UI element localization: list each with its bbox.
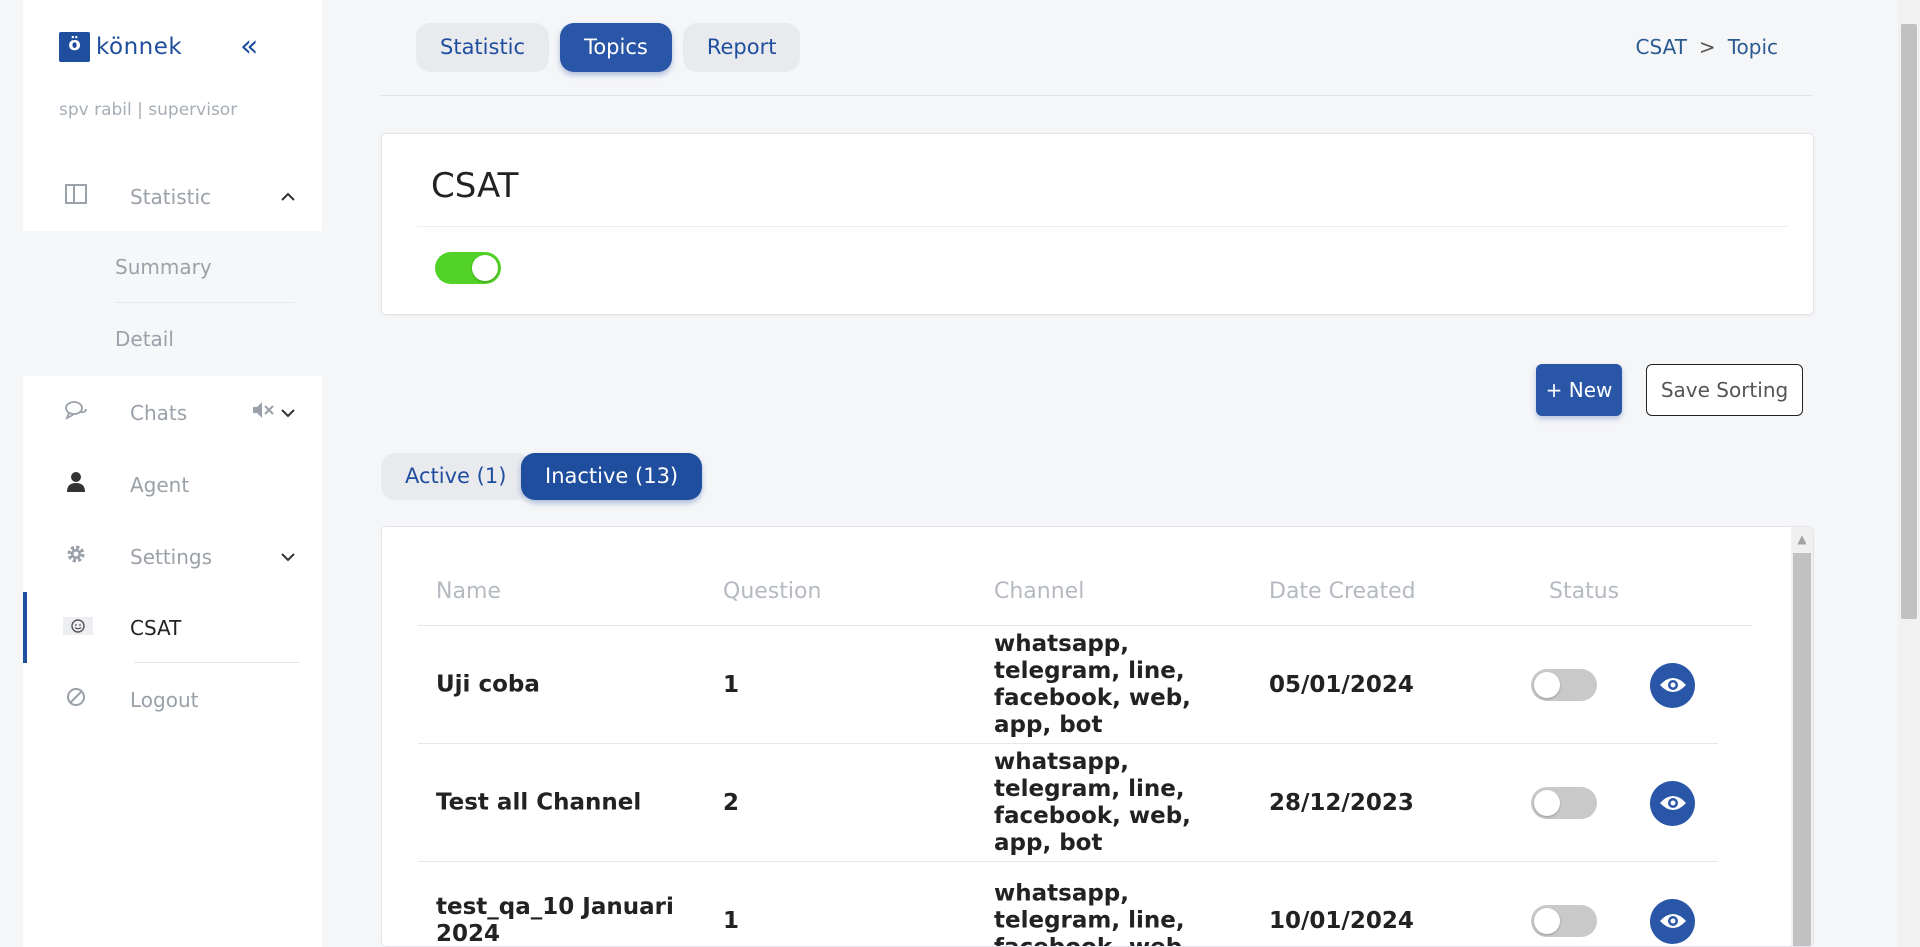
sidebar-subitem-detail[interactable]: Detail xyxy=(115,303,295,375)
header-divider xyxy=(381,95,1813,96)
row-date: 28/12/2023 xyxy=(1269,789,1414,816)
csat-card: CSAT xyxy=(381,133,1814,315)
row-name: test_qa_10 Januari 2024 xyxy=(436,893,674,947)
chevron-down-icon[interactable] xyxy=(280,403,296,423)
sidebar-item-label: Agent xyxy=(130,472,190,497)
column-header-name: Name xyxy=(436,579,501,604)
sidebar-item-settings[interactable]: Settings xyxy=(23,521,322,592)
view-eye-icon[interactable] xyxy=(1650,662,1695,708)
sidebar-subitem-summary[interactable]: Summary xyxy=(115,231,295,303)
user-icon xyxy=(63,471,89,498)
column-header-channel: Channel xyxy=(994,579,1085,604)
sidebar-item-statistic[interactable]: Statistic xyxy=(23,161,322,232)
table-row: test_qa_10 Januari 2024 1 whatsapp, tele… xyxy=(418,862,1718,947)
tab-report[interactable]: Report xyxy=(682,23,801,72)
row-status-toggle[interactable] xyxy=(1531,668,1597,701)
gear-icon xyxy=(63,543,89,570)
row-date: 10/01/2024 xyxy=(1269,907,1414,934)
row-status-toggle[interactable] xyxy=(1531,904,1597,937)
scroll-up-arrow-icon[interactable]: ▲ xyxy=(1791,527,1813,551)
tab-statistic[interactable]: Statistic xyxy=(416,23,550,72)
row-question: 1 xyxy=(723,671,740,698)
row-channel: whatsapp, telegram, line, facebook, web,… xyxy=(994,748,1191,856)
breadcrumb-csat[interactable]: CSAT xyxy=(1636,35,1687,59)
breadcrumb-topic[interactable]: Topic xyxy=(1728,35,1778,59)
mute-icon[interactable] xyxy=(251,400,275,425)
sidebar-item-label: CSAT xyxy=(130,615,182,640)
breadcrumb-separator: > xyxy=(1698,35,1716,59)
row-status-toggle[interactable] xyxy=(1531,786,1597,819)
collapse-sidebar-icon[interactable]: « xyxy=(240,30,258,64)
row-name: Test all Channel xyxy=(436,789,642,815)
page-scrollbar[interactable] xyxy=(1898,0,1920,947)
row-question: 2 xyxy=(723,789,740,816)
row-channel: whatsapp, telegram, line, facebook, web,… xyxy=(994,630,1191,738)
brand-name: könnek xyxy=(96,34,183,60)
table-row: Uji coba 1 whatsapp, telegram, line, fac… xyxy=(418,626,1718,744)
app-logo[interactable]: ö könnek xyxy=(59,32,183,64)
top-tabs: Statistic Topics Report xyxy=(416,23,801,72)
chevron-up-icon[interactable] xyxy=(280,187,296,207)
csat-enabled-toggle[interactable] xyxy=(435,252,501,284)
sidebar-item-label: Chats xyxy=(130,400,188,425)
table-header: Name Question Channel Date Created Statu… xyxy=(418,557,1752,626)
page-scroll-thumb[interactable] xyxy=(1901,24,1917,619)
chat-icon xyxy=(63,400,89,425)
sidebar-item-agent[interactable]: Agent xyxy=(23,449,322,520)
view-eye-icon[interactable] xyxy=(1650,780,1695,826)
column-header-date-created: Date Created xyxy=(1269,579,1416,604)
new-topic-button[interactable]: + New xyxy=(1536,364,1622,416)
sidebar-item-csat[interactable]: CSAT xyxy=(23,592,322,663)
statistic-submenu: Summary Detail xyxy=(23,231,322,376)
row-name: Uji coba xyxy=(436,671,540,697)
layout-icon xyxy=(63,184,89,209)
row-date: 05/01/2024 xyxy=(1269,671,1414,698)
table-scrollbar[interactable]: ▲ xyxy=(1791,527,1813,946)
breadcrumb: CSAT > Topic xyxy=(1636,35,1778,59)
sidebar: ö könnek « spv rabil | supervisor Statis… xyxy=(23,0,322,947)
sidebar-item-label: Logout xyxy=(130,687,199,712)
logo-mark-icon: ö xyxy=(59,32,93,64)
row-channel: whatsapp, telegram, line, facebook, web, xyxy=(994,880,1191,947)
save-sorting-button[interactable]: Save Sorting xyxy=(1646,364,1803,416)
sidebar-item-label: Settings xyxy=(130,544,213,569)
view-eye-icon[interactable] xyxy=(1650,898,1695,944)
row-question: 1 xyxy=(723,907,740,934)
tab-topics[interactable]: Topics xyxy=(560,23,672,72)
chevron-down-icon[interactable] xyxy=(280,547,296,567)
sidebar-item-logout[interactable]: Logout xyxy=(23,664,322,735)
sidebar-item-chats[interactable]: Chats xyxy=(23,377,322,448)
column-header-status: Status xyxy=(1549,579,1620,604)
user-role-label: spv rabil | supervisor xyxy=(59,100,238,120)
smile-icon xyxy=(63,616,93,640)
filter-active-button[interactable]: Active (1) xyxy=(381,453,531,500)
page-title: CSAT xyxy=(431,166,519,206)
filter-inactive-button[interactable]: Inactive (13) xyxy=(521,453,703,500)
topics-table: Name Question Channel Date Created Statu… xyxy=(381,526,1814,947)
table-scroll-thumb[interactable] xyxy=(1793,553,1811,946)
table-row: Test all Channel 2 whatsapp, telegram, l… xyxy=(418,744,1718,862)
logout-icon xyxy=(63,687,89,712)
sidebar-item-label: Statistic xyxy=(130,184,212,209)
card-divider xyxy=(417,226,1788,227)
column-header-question: Question xyxy=(723,579,822,604)
